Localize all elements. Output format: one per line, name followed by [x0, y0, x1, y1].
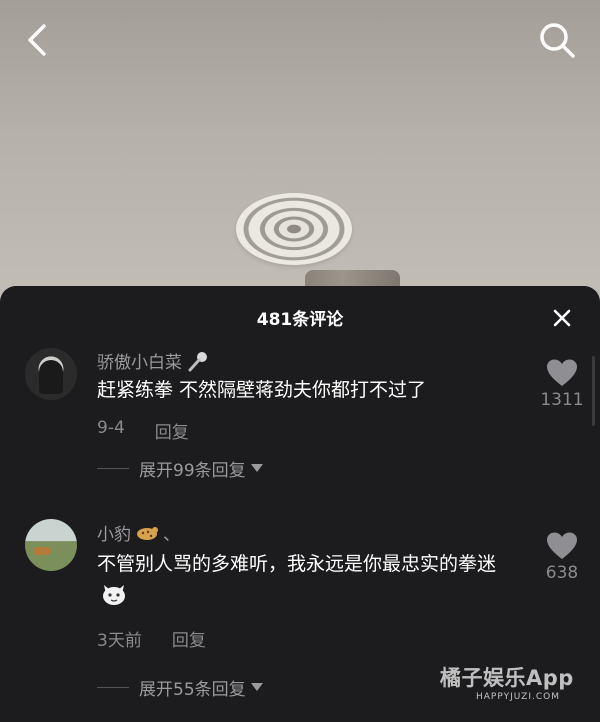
comment-date: 9-4	[97, 418, 125, 438]
username[interactable]: 骄傲小白菜	[97, 348, 210, 373]
cat-emoji-icon	[103, 585, 125, 605]
username-suffix: 、	[163, 525, 180, 545]
heart-icon	[547, 359, 577, 386]
comment-meta: 3天前 回复	[97, 626, 206, 651]
comment-text[interactable]: 不管别人骂的多难听，我永远是你最忠实的拳迷	[97, 548, 517, 612]
caret-down-icon	[250, 464, 263, 472]
comment-item: 骄傲小白菜 赶紧练拳 不然隔壁蒋劲夫你都打不过了 9-4 回复 1311 展开9…	[0, 346, 600, 506]
avatar[interactable]	[25, 519, 77, 571]
heart-icon	[547, 532, 577, 559]
like-button[interactable]: 1311	[532, 358, 592, 410]
like-button[interactable]: 638	[532, 531, 592, 583]
close-button[interactable]	[549, 305, 575, 331]
like-count: 638	[545, 563, 579, 583]
back-button[interactable]	[20, 20, 60, 60]
comments-sheet: 481条评论 骄傲小白菜 赶紧练拳 不然隔壁蒋劲夫你都打不过了 9-4 回复 1…	[0, 286, 600, 722]
comment-count-title: 481条评论	[256, 310, 344, 330]
search-icon	[540, 23, 575, 58]
sheet-header: 481条评论	[0, 286, 600, 346]
expand-replies-button[interactable]: 展开99条回复	[97, 456, 264, 481]
comment-meta: 9-4 回复	[97, 418, 189, 443]
chevron-left-icon	[28, 24, 46, 56]
close-icon	[553, 309, 571, 327]
watermark: 橘子娱乐App HAPPYJUZI.COM	[440, 662, 590, 702]
reply-button[interactable]: 回复	[172, 626, 206, 651]
username[interactable]: 小豹 、	[97, 520, 180, 545]
leopard-emoji-icon	[137, 526, 158, 540]
microphone-icon	[188, 351, 207, 371]
expand-replies-label[interactable]: 展开99条回复	[139, 456, 246, 481]
comment-text[interactable]: 赶紧练拳 不然隔壁蒋劲夫你都打不过了	[97, 374, 517, 406]
avatar[interactable]	[25, 348, 77, 400]
expand-replies-button[interactable]: 展开55条回复	[97, 675, 264, 700]
search-button[interactable]	[537, 20, 577, 60]
video-background[interactable]	[0, 0, 600, 300]
divider	[97, 686, 129, 688]
ceiling-vent	[236, 193, 352, 265]
reply-button[interactable]: 回复	[155, 418, 189, 443]
comment-date: 3天前	[97, 631, 142, 651]
like-count: 1311	[540, 390, 584, 410]
watermark-logo: 橘子娱乐App	[440, 666, 574, 690]
divider	[97, 467, 129, 469]
caret-down-icon	[250, 683, 263, 691]
expand-replies-label[interactable]: 展开55条回复	[139, 675, 246, 700]
watermark-url: HAPPYJUZI.COM	[476, 692, 560, 702]
